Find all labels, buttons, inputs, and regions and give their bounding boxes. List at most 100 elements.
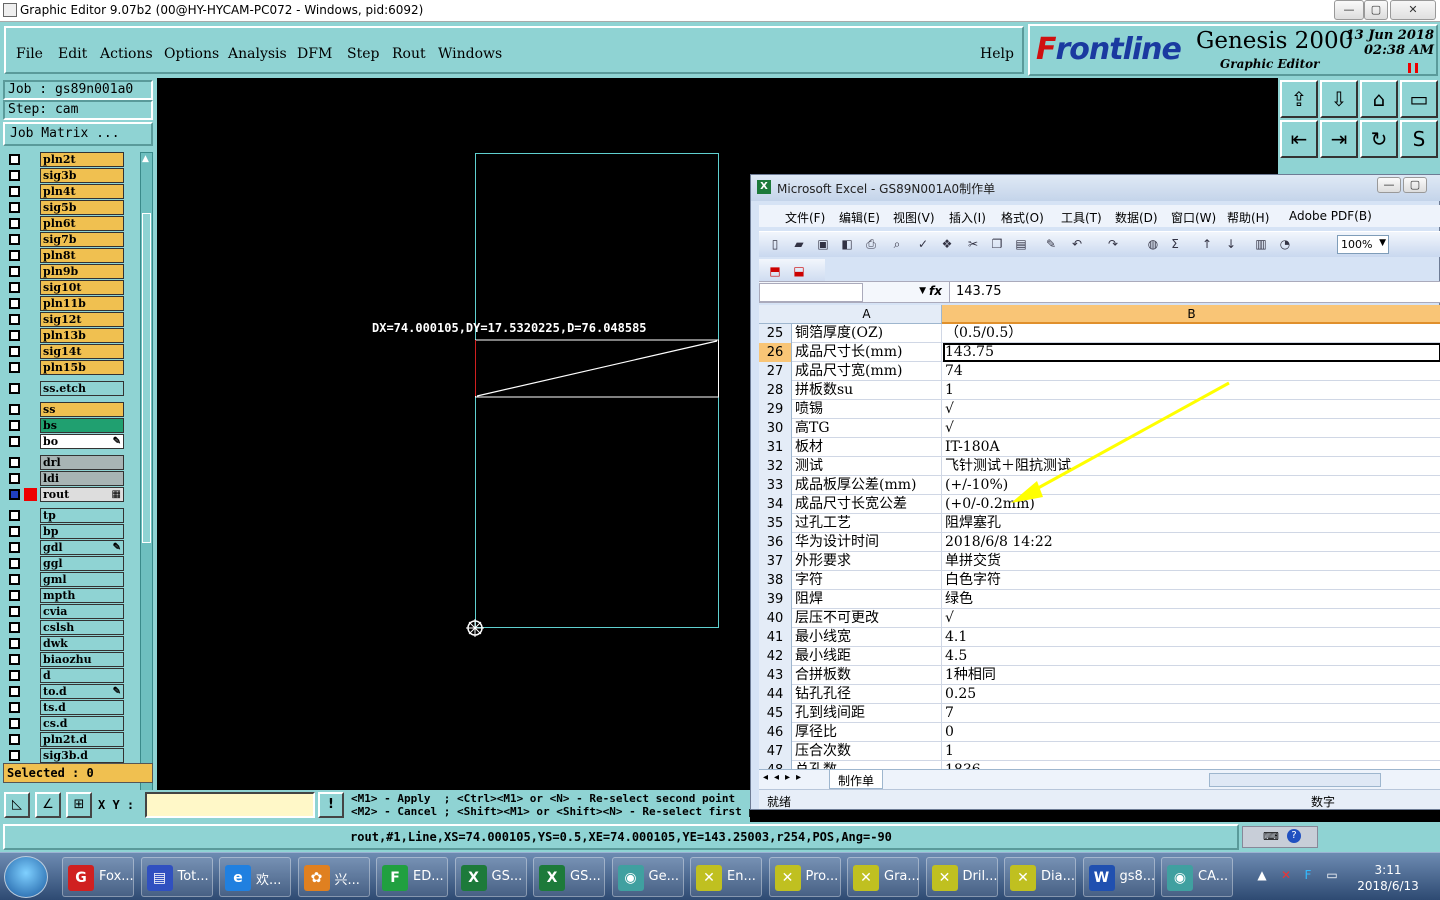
menu-options[interactable]: Options [164,46,219,62]
layer-name[interactable]: ss.etch [40,381,124,396]
horizontal-scrollbar[interactable] [1209,773,1381,787]
layer-checkbox[interactable] [9,202,20,213]
layer-row-ggl[interactable]: ggl [4,556,124,571]
cell-b[interactable]: 74 [943,362,1440,381]
excel-menu-help[interactable]: 帮助(H) [1227,209,1269,226]
menu-rout[interactable]: Rout [392,46,426,62]
spreadsheet-grid[interactable]: A B 25 铜箔厚度(OZ) （0.5/0.5） 26 成品尺寸长(mm) 143.75… [759,305,1440,769]
cell-b[interactable]: 阻焊塞孔 [943,514,1440,533]
layer-checkbox[interactable] [9,314,20,325]
excel-menu-window[interactable]: 窗口(W) [1171,209,1216,226]
tray-app-icon[interactable]: ✕ [1278,867,1294,883]
layer-checkbox[interactable] [9,622,20,633]
tray-display-icon[interactable]: ▭ [1324,867,1340,883]
cell-b[interactable]: 单拼交货 [943,552,1440,571]
cut-icon[interactable]: ✂ [965,236,981,252]
layer-row-pln13b[interactable]: pln13b [4,328,124,343]
layer-name[interactable]: ss [40,402,124,417]
layer-checkbox[interactable] [9,218,20,229]
excel-menu-adobe-pdf[interactable]: Adobe PDF(B) [1289,209,1372,223]
layer-name[interactable]: gdl ✎ [40,540,124,555]
layer-row-pln6t[interactable]: pln6t [4,216,124,231]
cell-a[interactable]: 成品尺寸长宽公差 [793,495,942,514]
layer-checkbox[interactable] [9,526,20,537]
row-number[interactable]: 27 [759,362,792,381]
cell-a[interactable]: 拼板数su [793,381,942,400]
layer-row-pln15b[interactable]: pln15b [4,360,124,375]
cell-a[interactable]: 板材 [793,438,942,457]
cell-a[interactable]: 层压不可更改 [793,609,942,628]
layer-row-pln2t-d[interactable]: pln2t.d [4,732,124,747]
cell-a[interactable]: 阻焊 [793,590,942,609]
menu-step[interactable]: Step [347,46,379,62]
layer-row-mpth[interactable]: mpth [4,588,124,603]
cell-b[interactable]: 白色字符 [943,571,1440,590]
sheet-tab-active[interactable]: 制作单 [829,770,884,789]
cell-a[interactable]: 字符 [793,571,942,590]
layer-checkbox[interactable] [9,186,20,197]
xy-input[interactable] [145,792,315,818]
taskbar-button[interactable]: ◉ Ge... [611,857,684,897]
copy-icon[interactable]: ❐ [989,236,1005,252]
name-box[interactable]: ▼ [759,283,926,302]
layer-name[interactable]: pln8t [40,248,124,263]
layer-checkbox[interactable] [9,346,20,357]
sheet-nav-icons[interactable]: ◂◂▸▸ [763,772,807,783]
taskbar-button[interactable]: F ED... [376,857,448,897]
layer-checkbox[interactable] [9,734,20,745]
layer-row-ss-etch[interactable]: ss.etch [4,381,124,396]
cell-a[interactable]: 华为设计时间 [793,533,942,552]
cell-b[interactable]: √ [943,400,1440,419]
formula-input[interactable]: 143.75 [949,282,1440,302]
taskbar-button[interactable]: ✕ Gra... [847,857,920,897]
menu-file[interactable]: File [16,46,43,62]
row-number[interactable]: 36 [759,533,792,552]
row-number[interactable]: 33 [759,476,792,495]
convert-to-pdf-icon[interactable]: ⬒ [767,263,783,279]
cell-b[interactable]: 143.75 [943,343,1440,362]
cell-b[interactable]: (+0/-0.2mm) [943,495,1440,514]
layer-name[interactable]: gml [40,572,124,587]
permission-icon[interactable]: ◧ [839,236,855,252]
cell-b[interactable]: 0.25 [943,685,1440,704]
cell-a[interactable]: 高TG [793,419,942,438]
save-icon[interactable]: ▣ [815,236,831,252]
row-number[interactable]: 44 [759,685,792,704]
undo-icon[interactable]: ↶ [1069,236,1085,252]
cell-a[interactable]: 喷锡 [793,400,942,419]
home-icon[interactable]: ⌂ [1360,80,1398,118]
row-number[interactable]: 42 [759,647,792,666]
cell-a[interactable]: 最小线距 [793,647,942,666]
taskbar-button[interactable]: ✿ 兴... [297,857,370,897]
snap-icon[interactable]: ◺ [4,792,30,818]
cell-a[interactable]: 孔到线间距 [793,704,942,723]
excel-menu-view[interactable]: 视图(V) [893,209,935,226]
tray-network-app-icon[interactable]: F [1300,867,1316,883]
layer-checkbox[interactable] [9,420,20,431]
rout-icon[interactable]: ↻ [1360,120,1398,158]
layer-checkbox[interactable] [9,558,20,569]
layer-row-sig3b[interactable]: sig3b [4,168,124,183]
taskbar-button[interactable]: X GS... [454,857,527,897]
layer-row-gdl[interactable]: gdl ✎ [4,540,124,555]
cell-b[interactable]: 飞针测试＋阻抗测试 [943,457,1440,476]
row-number[interactable]: 35 [759,514,792,533]
row-number[interactable]: 25 [759,324,792,343]
layer-row-cvia[interactable]: cvia [4,604,124,619]
cell-a[interactable]: 测试 [793,457,942,476]
layer-checkbox[interactable] [9,282,20,293]
layer-name[interactable]: cslsh [40,620,124,635]
start-button[interactable] [4,856,48,898]
cell-a[interactable]: 钻孔孔径 [793,685,942,704]
cell-a[interactable]: 压合次数 [793,742,942,761]
excel-menu-data[interactable]: 数据(D) [1115,209,1158,226]
layer-row-ts-d[interactable]: ts.d [4,700,124,715]
graphic-canvas[interactable]: DX=74.000105,DY=17.5320225,D=76.048585 [157,78,750,790]
cell-b[interactable]: 0 [943,723,1440,742]
layer-name[interactable]: to.d ✎ [40,684,124,699]
layer-name[interactable]: d [40,668,124,683]
download-icon[interactable]: ⇩ [1320,80,1358,118]
layer-name[interactable]: bp [40,524,124,539]
layer-row-biaozhu[interactable]: biaozhu [4,652,124,667]
pdf-attach-icon[interactable]: ⬓ [791,263,807,279]
